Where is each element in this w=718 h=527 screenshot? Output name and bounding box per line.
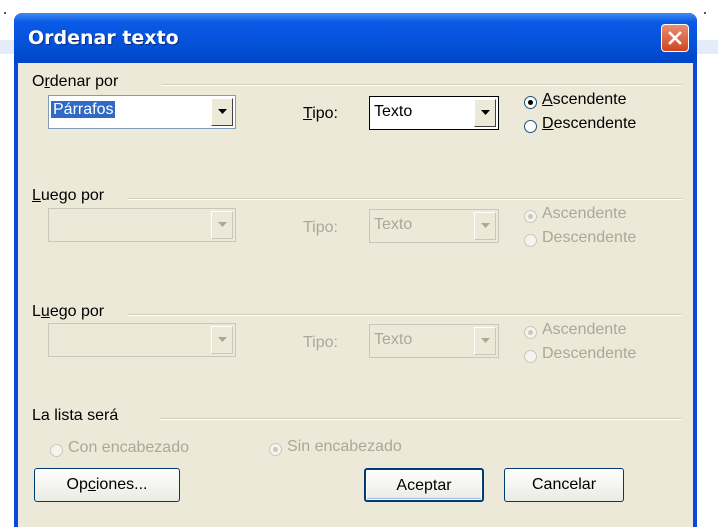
- chevron-down-icon: [481, 110, 490, 115]
- descending-radio[interactable]: [524, 350, 537, 363]
- ascending-radio[interactable]: [524, 210, 537, 223]
- ascending-label[interactable]: Ascendente: [542, 91, 627, 109]
- type-select[interactable]: Texto: [369, 324, 499, 358]
- then-by-label-2: Luego por: [32, 303, 105, 320]
- type-value: Texto: [374, 216, 413, 233]
- group-separator: [160, 418, 682, 420]
- with-header-radio[interactable]: [50, 444, 63, 457]
- radio-selected-dot: [528, 214, 533, 219]
- chevron-down-icon: [218, 109, 227, 114]
- group-separator: [162, 84, 682, 86]
- type-value: Texto: [374, 331, 413, 348]
- list-type-label: La lista será: [32, 407, 119, 424]
- type-label: Tipo:: [303, 219, 338, 236]
- radio-selected-dot: [273, 447, 278, 452]
- sort-text-dialog: Ordenar texto Ordenar por Párrafos Tipo:…: [14, 13, 697, 527]
- type-select[interactable]: Texto: [369, 96, 499, 130]
- chevron-down-icon: [481, 338, 490, 343]
- background-dot: [704, 12, 706, 14]
- dropdown-button[interactable]: [474, 212, 496, 240]
- ascending-label[interactable]: Ascendente: [542, 205, 627, 223]
- dialog-body: Ordenar por Párrafos Tipo: Texto Ascende…: [18, 63, 693, 527]
- descending-radio[interactable]: [524, 234, 537, 247]
- type-select[interactable]: Texto: [369, 209, 499, 243]
- then-by-field-select-1[interactable]: [48, 208, 236, 242]
- radio-selected-dot: [528, 100, 533, 105]
- dropdown-button[interactable]: [211, 326, 233, 354]
- group-separator: [128, 314, 682, 316]
- dropdown-button[interactable]: [211, 98, 233, 126]
- descending-label[interactable]: Descendente: [542, 115, 636, 133]
- dropdown-button[interactable]: [474, 99, 496, 127]
- then-by-label-1: Luego por: [32, 187, 105, 204]
- type-value: Texto: [374, 103, 413, 120]
- dialog-title: Ordenar texto: [28, 27, 179, 49]
- sort-by-field-value: Párrafos: [51, 101, 116, 118]
- close-icon: [668, 31, 682, 45]
- with-header-label[interactable]: Con encabezado: [68, 439, 189, 457]
- descending-label[interactable]: Descendente: [542, 229, 636, 247]
- descending-radio[interactable]: [524, 120, 537, 133]
- type-label: Tipo:: [303, 334, 338, 351]
- chevron-down-icon: [481, 223, 490, 228]
- sort-by-field-select[interactable]: Párrafos: [48, 95, 236, 129]
- group-separator: [128, 198, 682, 200]
- chevron-down-icon: [218, 337, 227, 342]
- title-bar[interactable]: Ordenar texto: [14, 13, 697, 63]
- dropdown-button[interactable]: [474, 327, 496, 355]
- background-dot: [4, 12, 6, 14]
- sort-by-label: Ordenar por: [32, 73, 119, 90]
- ascending-radio[interactable]: [524, 326, 537, 339]
- ascending-label[interactable]: Ascendente: [542, 321, 627, 339]
- accept-button[interactable]: Aceptar: [364, 468, 484, 502]
- cancel-button[interactable]: Cancelar: [504, 468, 624, 502]
- then-by-field-select-2[interactable]: [48, 323, 236, 357]
- dropdown-button[interactable]: [211, 211, 233, 239]
- no-header-label[interactable]: Sin encabezado: [287, 438, 402, 456]
- ascending-radio[interactable]: [524, 96, 537, 109]
- no-header-radio[interactable]: [269, 443, 282, 456]
- type-label: Tipo:: [303, 105, 338, 122]
- radio-selected-dot: [528, 330, 533, 335]
- options-button[interactable]: Opciones...: [34, 468, 180, 502]
- descending-label[interactable]: Descendente: [542, 345, 636, 363]
- close-button[interactable]: [661, 24, 689, 52]
- chevron-down-icon: [218, 222, 227, 227]
